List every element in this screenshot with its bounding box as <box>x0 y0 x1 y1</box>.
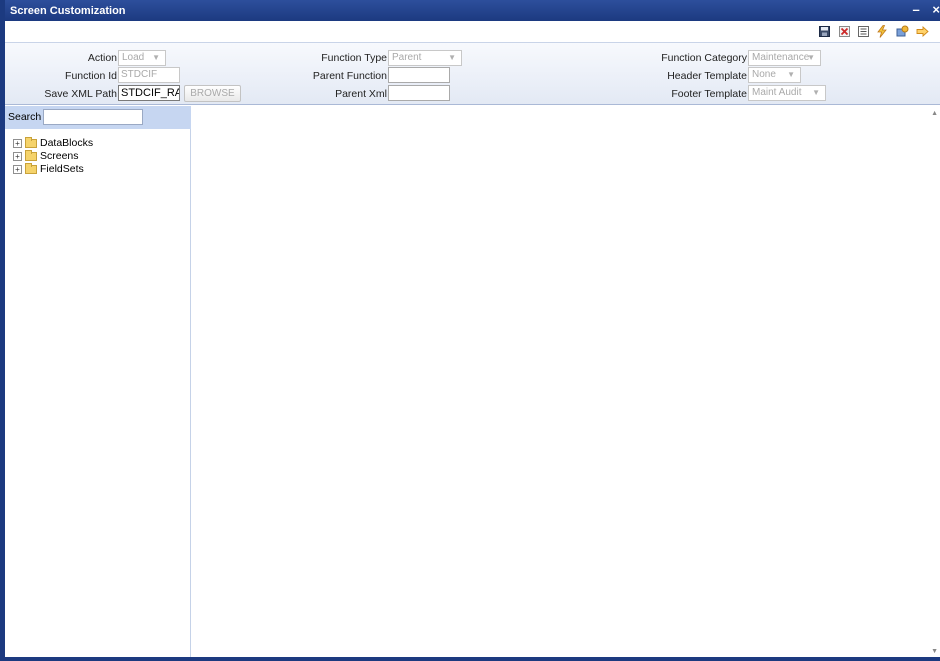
save-xml-path-field[interactable]: STDCIF_RAD. <box>118 85 180 101</box>
tree-node-label: Screens <box>40 150 79 162</box>
chevron-down-icon: ▼ <box>787 70 795 79</box>
chevron-down-icon: ▼ <box>448 53 456 62</box>
exit-icon[interactable] <box>915 24 929 38</box>
expand-icon[interactable]: + <box>13 151 22 161</box>
folder-icon <box>25 149 37 161</box>
save-xml-path-label: Save XML Path <box>44 88 117 100</box>
title-bar: Screen Customization – × <box>0 0 940 21</box>
parent-function-label: Parent Function <box>312 70 387 82</box>
scroll-down-icon[interactable]: ▼ <box>931 648 938 655</box>
expand-icon[interactable]: + <box>13 164 22 174</box>
function-category-select-value: Maintenance <box>752 52 810 63</box>
footer-template-select-value: Maint Audit <box>752 87 802 98</box>
chevron-down-icon: ▼ <box>807 53 815 62</box>
scroll-up-icon[interactable]: ▲ <box>931 110 938 117</box>
window-title: Screen Customization <box>10 5 126 17</box>
main-content-area: ▲ ▼ <box>192 106 940 657</box>
tree-node-label: FieldSets <box>40 163 84 175</box>
chevron-down-icon: ▼ <box>812 88 820 97</box>
footer-template-select[interactable]: Maint Audit ▼ <box>748 85 826 101</box>
tree-node-label: DataBlocks <box>40 137 94 149</box>
search-input[interactable] <box>43 109 143 125</box>
browse-button[interactable]: BROWSE <box>184 85 241 102</box>
folder-icon <box>25 136 37 148</box>
parent-xml-field[interactable] <box>388 85 450 101</box>
generate-icon[interactable] <box>875 24 889 38</box>
release-icon[interactable] <box>895 24 909 38</box>
toolbar <box>5 21 940 42</box>
action-select[interactable]: Load ▼ <box>118 50 166 66</box>
function-type-label: Function Type <box>321 52 387 64</box>
function-id-label: Function Id <box>65 70 117 82</box>
tree-node-fieldsets[interactable]: + FieldSets <box>13 162 93 176</box>
parent-xml-label: Parent Xml <box>335 88 387 100</box>
tree-node-screens[interactable]: + Screens <box>13 149 93 163</box>
function-type-select-value: Parent <box>392 52 422 63</box>
function-id-field[interactable]: STDCIF <box>118 67 180 83</box>
close-icon[interactable] <box>837 24 851 38</box>
function-category-select[interactable]: Maintenance ▼ <box>748 50 821 66</box>
function-type-select[interactable]: Parent ▼ <box>388 50 462 66</box>
search-bar: Search <box>5 106 191 129</box>
node-tree: + DataBlocks + Screens + FieldSets <box>13 136 94 176</box>
search-label: Search <box>8 111 42 123</box>
footer-template-label: Footer Template <box>671 88 747 100</box>
chevron-down-icon: ▼ <box>152 53 160 62</box>
list-icon[interactable] <box>856 24 870 38</box>
minimize-icon[interactable]: – <box>913 3 920 16</box>
save-icon[interactable] <box>817 24 831 38</box>
header-template-label: Header Template <box>667 70 747 82</box>
left-tree-panel: Search + DataBlocks + Screens + FieldSets <box>5 106 191 657</box>
close-window-icon[interactable]: × <box>932 3 940 16</box>
function-category-label: Function Category <box>661 52 747 64</box>
action-select-value: Load <box>122 52 145 63</box>
function-header-panel: Action Load ▼ Function Id STDCIF Save XM… <box>5 42 940 105</box>
action-label: Action <box>87 52 117 64</box>
header-template-select[interactable]: None ▼ <box>748 67 801 83</box>
header-template-select-value: None <box>752 69 776 80</box>
folder-icon <box>25 162 37 174</box>
expand-icon[interactable]: + <box>13 138 22 148</box>
parent-function-field[interactable] <box>388 67 450 83</box>
tree-node-datablocks[interactable]: + DataBlocks <box>13 136 94 150</box>
window-bottom-border <box>0 657 940 661</box>
